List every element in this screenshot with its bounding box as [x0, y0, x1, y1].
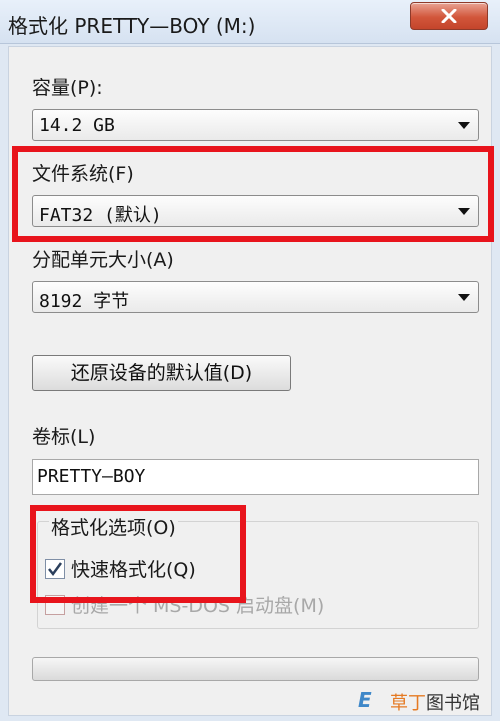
filesystem-value: FAT32 (默认)	[39, 205, 162, 226]
window-title: 格式化 PRETTY—BOY (M:)	[8, 14, 256, 38]
format-progress-bar	[32, 657, 479, 681]
msdos-startup-checkbox	[45, 595, 65, 615]
format-options-label: 格式化选项(O)	[49, 513, 178, 540]
format-dialog-body: 容量(P): 14.2 GB 文件系统(F) FAT32 (默认) 分配单元大小…	[8, 46, 492, 716]
allocation-select[interactable]: 8192 字节	[32, 281, 479, 313]
msdos-startup-label: 创建一个 MS-DOS 启动盘(M)	[71, 595, 325, 617]
close-icon	[441, 9, 457, 23]
close-button[interactable]	[410, 2, 488, 30]
capacity-value: 14.2 GB	[39, 115, 115, 136]
filesystem-label: 文件系统(F)	[32, 163, 134, 185]
volume-label-input[interactable]: PRETTY—BOY	[32, 459, 479, 495]
title-bar[interactable]: 格式化 PRETTY—BOY (M:)	[0, 0, 500, 44]
capacity-select[interactable]: 14.2 GB	[32, 109, 479, 141]
filesystem-select[interactable]: FAT32 (默认)	[32, 195, 479, 227]
watermark-text: 草丁图书馆	[390, 693, 480, 714]
restore-defaults-button[interactable]: 还原设备的默认值(D)	[32, 355, 291, 391]
chevron-down-icon	[458, 208, 470, 215]
allocation-value: 8192 字节	[39, 291, 130, 312]
watermark: E 草丁图书馆	[358, 687, 492, 715]
watermark-logo: E	[358, 688, 372, 712]
chevron-down-icon	[458, 122, 470, 129]
allocation-label: 分配单元大小(A)	[32, 249, 174, 271]
checkmark-icon	[48, 562, 63, 577]
quick-format-checkbox[interactable]	[45, 559, 65, 579]
chevron-down-icon	[458, 294, 470, 301]
volume-label: 卷标(L)	[32, 426, 96, 448]
capacity-label: 容量(P):	[32, 77, 103, 99]
quick-format-label[interactable]: 快速格式化(Q)	[71, 555, 196, 582]
